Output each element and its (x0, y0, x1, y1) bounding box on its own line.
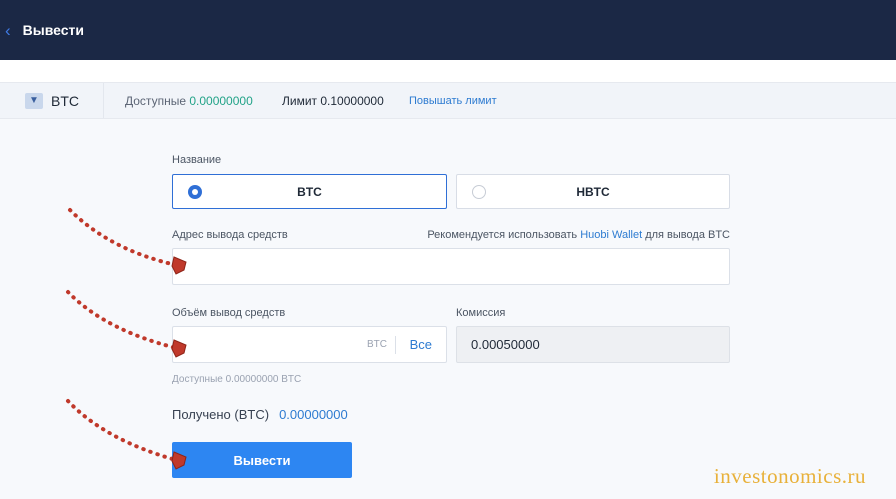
received-value: 0.00000000 (279, 407, 348, 422)
withdraw-button[interactable]: Вывести (172, 442, 352, 478)
chevron-down-icon[interactable]: ▼ (25, 92, 43, 109)
page-title: Вывести (22, 22, 85, 38)
raise-limit-link[interactable]: Повышать лимит (409, 95, 497, 107)
fee-label: Комиссия (456, 307, 506, 319)
coin-name: BTC (51, 92, 79, 109)
limit-value: 0.10000000 (320, 94, 384, 108)
chain-option-hbtc[interactable]: HBTC (456, 174, 730, 209)
chain-option-btc[interactable]: BTC (172, 174, 447, 209)
chain-label: Название (172, 154, 222, 166)
available-value: 0.00000000 (189, 94, 253, 108)
received-amount: Получено (BTC) 0.00000000 (172, 407, 348, 422)
address-input[interactable] (173, 249, 729, 284)
address-label: Адрес вывода средств (172, 229, 288, 241)
coin-selector[interactable]: ▼ BTC (0, 83, 104, 118)
available-note: Доступные 0.00000000 BTC (172, 374, 302, 385)
radio-unselected-icon[interactable] (472, 185, 486, 199)
amount-unit: BTC (367, 339, 387, 350)
watermark: investonomics.ru (713, 464, 866, 488)
available-balance: Доступные 0.00000000 (125, 94, 253, 108)
amount-label: Объём вывод средств (172, 307, 286, 319)
divider (395, 336, 396, 354)
radio-selected-icon[interactable] (188, 185, 202, 199)
address-field[interactable] (172, 248, 730, 285)
all-amount-button[interactable]: Все (410, 337, 432, 352)
withdraw-limit: Лимит 0.10000000 (282, 94, 384, 108)
back-chevron-icon[interactable]: ‹ (5, 22, 11, 39)
huobi-wallet-link[interactable]: Huobi Wallet (580, 229, 642, 241)
amount-field[interactable]: BTC Все (172, 326, 447, 363)
withdraw-form-area (0, 119, 896, 499)
top-header: ‹ Вывести (0, 0, 896, 60)
fee-value: 0.00050000 (456, 326, 730, 363)
amount-input[interactable] (173, 327, 373, 362)
coin-bar: ▼ BTC Доступные 0.00000000 Лимит 0.10000… (0, 82, 896, 119)
address-hint: Рекомендуется использовать Huobi Wallet … (427, 229, 730, 241)
